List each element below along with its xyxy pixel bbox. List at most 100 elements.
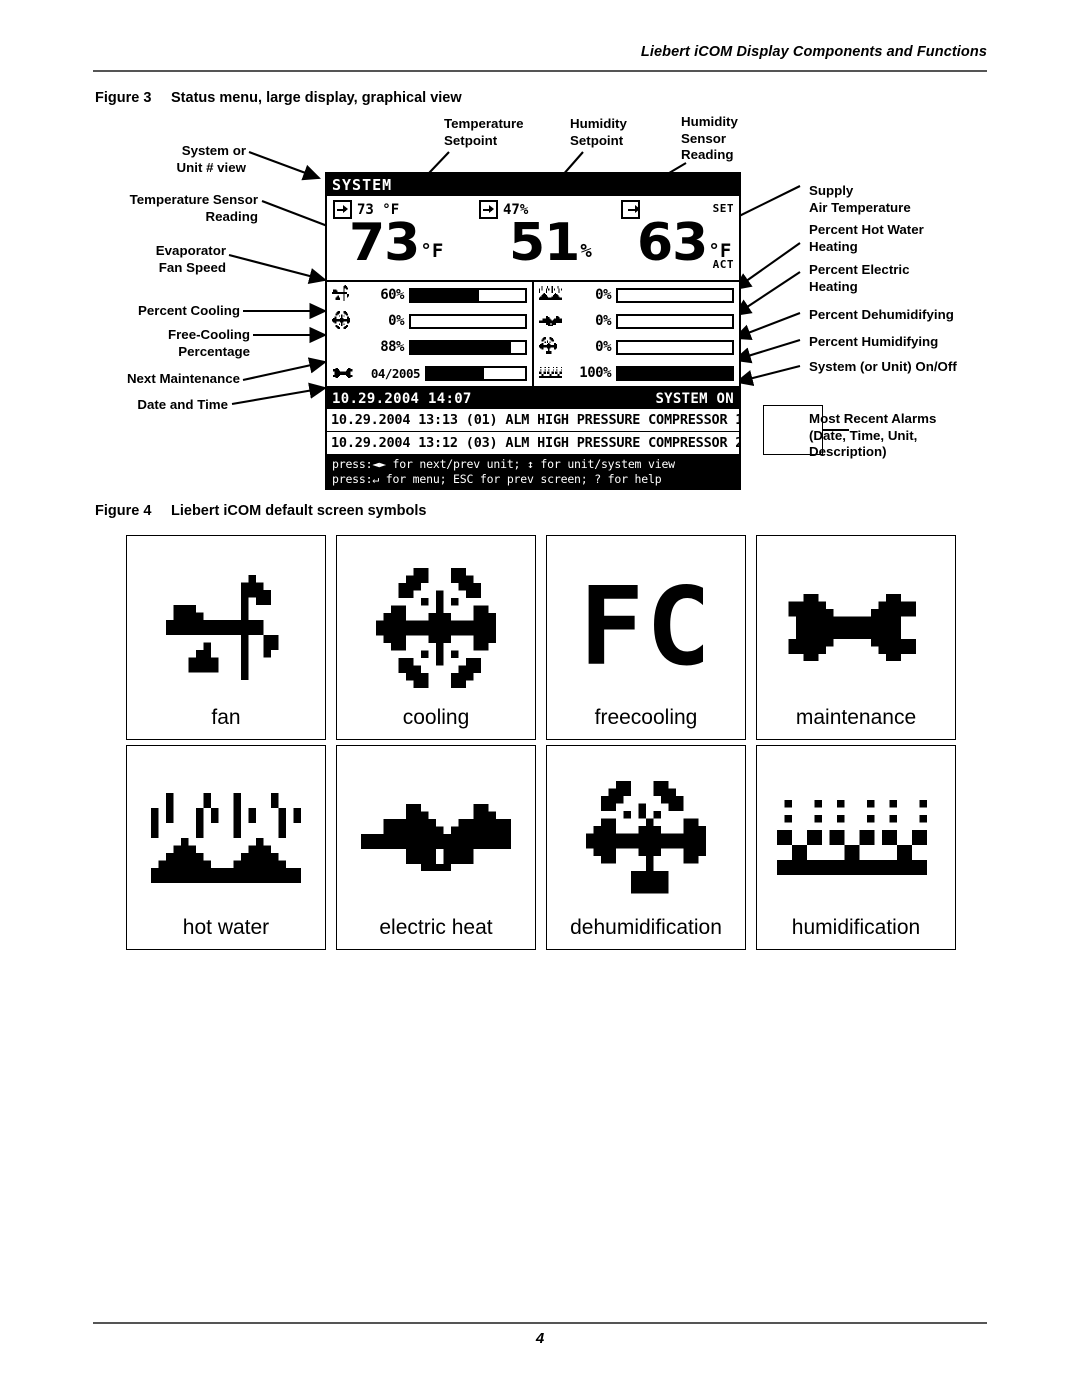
fan-icon <box>127 550 325 705</box>
electric-heat-icon <box>539 311 565 331</box>
symbol-caption: hot water <box>182 916 270 939</box>
next-maintenance-value: 04/2005 <box>370 365 421 381</box>
callout-next-maintenance: Next Maintenance <box>126 371 240 386</box>
symbol-cell-humidification: humidification <box>756 745 956 950</box>
maintenance-icon <box>332 363 358 383</box>
callout-percent-hot-water-heating: Percent Hot Water Heating <box>809 222 924 254</box>
symbol-caption: freecooling <box>594 706 698 729</box>
help-line-2: press:↵ for menu; ESC for prev screen; ?… <box>332 471 662 486</box>
percent-electric-heating-bar <box>616 313 734 329</box>
bargraph-row: 60% <box>327 282 532 308</box>
temperature-reading-cell: 73 °F <box>349 213 444 273</box>
symbol-cell-hot-water: hot water <box>126 745 326 950</box>
symbol-cell-dehumidification: dehumidification <box>546 745 746 950</box>
dehumidification-icon <box>547 760 745 915</box>
icom-lcd-display[interactable]: SYSTEM 73 °F 47% 73 °F 51 % 63 °F SET AC… <box>325 172 741 490</box>
alarm-text: 10.29.2004 13:12 (03) ALM HIGH PRESSURE … <box>331 435 741 451</box>
callout-percent-dehumidifying: Percent Dehumidifying <box>809 307 954 322</box>
symbol-caption: dehumidification <box>570 916 722 939</box>
bargraph-row: 88% <box>327 334 532 360</box>
figure-4-caption: Figure 4 Liebert iCOM default screen symb… <box>95 503 426 519</box>
humidity-reading-unit: % <box>580 240 592 262</box>
lcd-help-bar: press:◄► for next/prev unit; ↕ for unit/… <box>327 455 739 488</box>
percent-humidifying-value: 100% <box>579 365 611 381</box>
percent-cooling-value: 0% <box>388 313 404 329</box>
bargraph-column-left: 60% 0% 88% 04/2005 <box>327 282 534 386</box>
percent-dehumidifying-value: 0% <box>595 339 611 355</box>
percent-electric-heating-value: 0% <box>595 313 611 329</box>
percent-hot-water-heating-value: 0% <box>595 287 611 303</box>
symbol-caption: fan <box>211 706 241 729</box>
callout-percent-humidifying: Percent Humidifying <box>809 334 939 349</box>
callout-humidity-setpoint: Humidity Setpoint <box>570 116 627 148</box>
arrow-into-box-icon <box>479 200 498 219</box>
callout-most-recent-alarms: Most Recent Alarms (Date, Time, Unit, De… <box>809 411 937 459</box>
humidity-reading-cell: 51 % <box>509 213 592 273</box>
bargraph-row: 0% <box>534 282 739 308</box>
humidity-reading-value: 51 <box>509 213 580 273</box>
bar-fill <box>618 367 732 379</box>
symbol-cell-cooling: cooling <box>336 535 536 740</box>
alarm-row[interactable]: 10.29.2004 13:13 (01) ALM HIGH PRESSURE … <box>327 409 739 432</box>
evaporator-fan-speed-value: 60% <box>380 287 404 303</box>
electric-heat-icon <box>337 760 535 915</box>
dehumidification-icon <box>539 337 565 357</box>
figure-4-number: Figure 4 <box>95 503 152 519</box>
symbol-grid-row: fan cooling FC freecooling maintenance <box>126 535 966 745</box>
symbol-caption: electric heat <box>379 916 493 939</box>
most-recent-alarms-bracket <box>763 405 823 455</box>
symbol-cell-freecooling: FC freecooling <box>546 535 746 740</box>
temperature-reading-unit: °F <box>420 240 444 262</box>
free-cooling-percentage-bar <box>409 339 527 355</box>
bar-fill <box>411 289 480 301</box>
symbol-grid: fan cooling FC freecooling maintenance hot wa… <box>126 535 966 955</box>
temperature-reading-value: 73 <box>349 213 420 273</box>
callout-temperature-setpoint: Temperature Setpoint <box>444 116 524 148</box>
percent-dehumidifying-bar <box>616 339 734 355</box>
sensor-readings-row: 73 °F 51 % 63 °F <box>327 213 739 278</box>
percent-humidifying-bar <box>616 365 734 381</box>
bargraph-row: 100% <box>534 360 739 386</box>
freecooling-text: FC <box>578 564 714 690</box>
bargraph-column-right: 0% 0% 0% 100% <box>534 282 739 386</box>
bargraph-row: 04/2005 <box>327 360 532 386</box>
fan-icon <box>332 285 358 305</box>
humidification-icon <box>757 760 955 915</box>
bar-fill <box>427 367 484 379</box>
status-system-state: SYSTEM ON <box>655 390 734 407</box>
symbol-cell-fan: fan <box>126 535 326 740</box>
symbol-cell-maintenance: maintenance <box>756 535 956 740</box>
next-maintenance-bar <box>425 365 527 381</box>
hot-water-icon <box>539 285 565 305</box>
hot-water-icon <box>127 760 325 915</box>
lcd-status-bar: 10.29.2004 14:07 SYSTEM ON <box>327 388 739 409</box>
callout-percent-cooling: Percent Cooling <box>138 303 240 318</box>
percent-hot-water-heating-bar <box>616 287 734 303</box>
act-tag: ACT <box>712 258 734 271</box>
symbol-cell-electric-heat: electric heat <box>336 745 536 950</box>
alarm-text: 10.29.2004 13:13 (01) ALM HIGH PRESSURE … <box>331 412 741 428</box>
footer-rule <box>93 1322 987 1324</box>
symbol-caption: cooling <box>402 706 470 729</box>
symbol-grid-row: hot water electric heat dehumidification hu… <box>126 745 966 955</box>
callout-evaporator-fan-speed: Evaporator Fan Speed <box>155 243 226 275</box>
page-number: 4 <box>535 1330 545 1347</box>
maintenance-icon <box>757 550 955 705</box>
callout-free-cooling-percentage: Free-Cooling Percentage <box>168 327 250 359</box>
help-line-1: press:◄► for next/prev unit; ↕ for unit/… <box>332 457 675 471</box>
bar-fill <box>411 341 512 353</box>
lcd-bargraph-area: 60% 0% 88% 04/2005 0% 0% 0% 100% <box>327 282 739 388</box>
alarm-row[interactable]: 10.29.2004 13:12 (03) ALM HIGH PRESSURE … <box>327 432 739 455</box>
humidification-icon <box>539 363 565 383</box>
cooling-icon <box>332 311 358 331</box>
percent-cooling-bar <box>409 313 527 329</box>
lcd-readings-area: 73 °F 47% 73 °F 51 % 63 °F SET ACT <box>327 196 739 282</box>
free-cooling-percentage-value: 88% <box>380 339 404 355</box>
document-page: Liebert iCOM Display Components and Func… <box>0 0 1080 1397</box>
supply-air-reading-value: 63 <box>637 213 708 273</box>
callout-date-and-time: Date and Time <box>137 397 228 412</box>
evaporator-fan-speed-bar <box>409 287 527 303</box>
callout-humidity-sensor-reading: Humidity Sensor Reading <box>681 114 738 162</box>
lcd-view-label: SYSTEM <box>332 176 393 194</box>
cooling-icon <box>337 550 535 705</box>
